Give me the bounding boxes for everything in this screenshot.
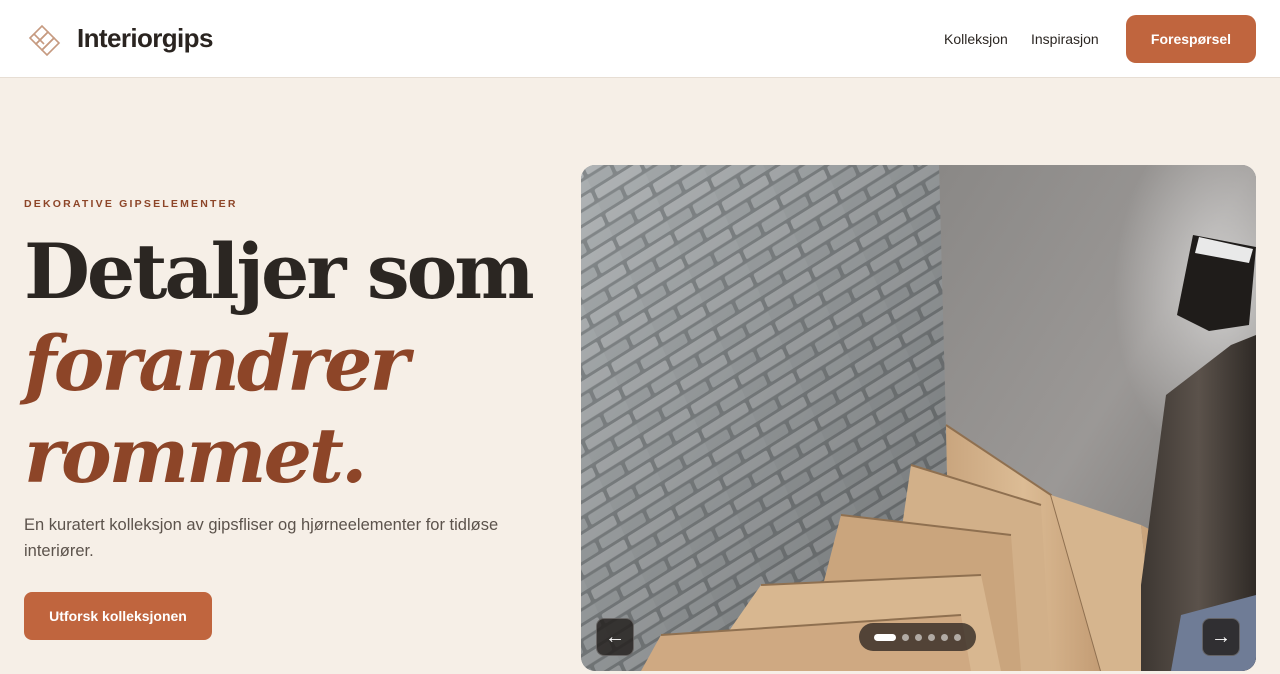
hero-title: Detaljer som forandrer rommet. — [24, 226, 535, 502]
carousel-dot[interactable] — [874, 633, 896, 641]
carousel-dot[interactable] — [915, 633, 922, 641]
hero-carousel[interactable]: ← → — [581, 165, 1256, 671]
nav-link-inspirasjon[interactable]: Inspirasjon — [1031, 30, 1099, 48]
carousel-next-arrow-icon[interactable]: → — [1202, 618, 1240, 656]
site-header: Interiorgips Kolleksjon Inspirasjon Fore… — [0, 0, 1280, 78]
hero-title-line2: forandrer — [24, 319, 410, 408]
carousel-dot[interactable] — [902, 633, 909, 641]
carousel-dot[interactable] — [941, 633, 948, 641]
hero-title-line3: rommet. — [24, 411, 367, 500]
inquiry-button[interactable]: Forespørsel — [1126, 15, 1256, 63]
carousel-dot[interactable] — [928, 633, 935, 641]
hero-lead: En kuratert kolleksjon av gipsfliser og … — [24, 516, 499, 560]
slide-image-brick-wall-staircase — [581, 165, 1256, 671]
nav-link-kolleksjon[interactable]: Kolleksjon — [944, 30, 1008, 48]
explore-collection-button[interactable]: Utforsk kolleksjonen — [24, 592, 212, 640]
carousel-prev-arrow-icon[interactable]: ← — [596, 618, 634, 656]
carousel-pagination — [859, 623, 976, 651]
brand-name[interactable]: Interiorgips — [77, 22, 213, 54]
carousel-dot[interactable] — [954, 633, 961, 641]
hero-eyebrow: DEKORATIVE GIPSELEMENTER — [24, 198, 238, 210]
hero-title-line1: Detaljer som — [24, 227, 535, 316]
brand-logo-icon[interactable] — [26, 22, 62, 56]
